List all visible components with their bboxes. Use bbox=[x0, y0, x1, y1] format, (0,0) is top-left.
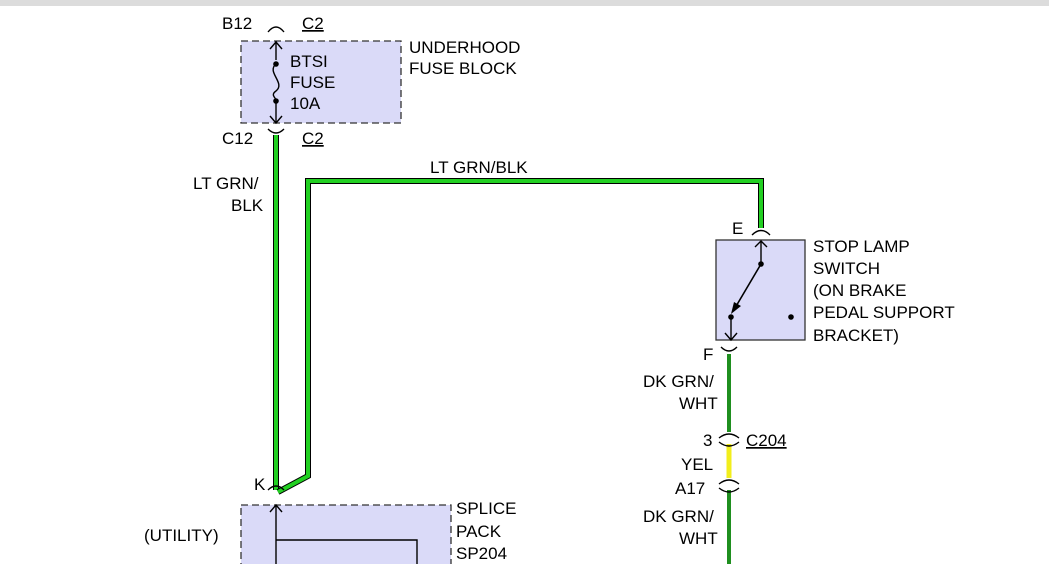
wire-middle-label: YEL bbox=[681, 455, 713, 474]
splice-name-3: SP204 bbox=[456, 544, 507, 563]
fuse-top-connector: C2 bbox=[302, 14, 324, 33]
stop-lamp-switch: E F STOP LAMP SWITCH (ON BRAKE PEDAL SUP… bbox=[703, 219, 955, 364]
fuse-line-1: BTSI bbox=[290, 52, 328, 71]
switch-name-3: (ON BRAKE bbox=[813, 281, 907, 300]
c204-upper-pin: 3 bbox=[703, 431, 712, 450]
switch-top-connector-icon bbox=[751, 229, 771, 236]
splice-pack-outline bbox=[240, 504, 452, 564]
fuse-bottom-connector-icon bbox=[267, 128, 285, 134]
switch-bottom-connector-icon bbox=[720, 346, 738, 352]
switch-contact-open bbox=[788, 314, 794, 320]
switch-name-1: STOP LAMP bbox=[813, 237, 910, 256]
c204-name: C204 bbox=[746, 431, 787, 450]
splice-name-2: PACK bbox=[456, 522, 502, 541]
fuse-block-name-1: UNDERHOOD bbox=[409, 38, 520, 57]
wire-left-label-1: LT GRN/ bbox=[193, 174, 259, 193]
wire-right-lower-label-1: DK GRN/ bbox=[643, 507, 714, 526]
splice-side-label: (UTILITY) bbox=[144, 526, 219, 545]
splice-pack: K (UTILITY) SPLICE PACK SP204 bbox=[144, 475, 516, 564]
wire-ltgrn-top-outline bbox=[276, 178, 764, 495]
wire-top-label: LT GRN/BLK bbox=[430, 158, 528, 177]
fuse-line-3: 10A bbox=[290, 94, 321, 113]
switch-name-4: PEDAL SUPPORT bbox=[813, 303, 955, 322]
wiring-diagram: B12 C2 BTSI FUSE 10A UNDERHOOD FUSE BLOC… bbox=[0, 0, 1049, 564]
c204-lower-chevron-icon bbox=[718, 479, 740, 485]
c204-lower-pin: A17 bbox=[675, 479, 705, 498]
switch-name-2: SWITCH bbox=[813, 259, 880, 278]
wire-left-label-2: BLK bbox=[231, 196, 264, 215]
splice-pin: K bbox=[254, 475, 266, 494]
switch-bottom-pin: F bbox=[703, 345, 713, 364]
fuse-bottom-connector: C2 bbox=[302, 129, 324, 148]
underhood-fuse-block: B12 C2 BTSI FUSE 10A UNDERHOOD FUSE BLOC… bbox=[222, 14, 520, 148]
c204-upper-chevron-icon bbox=[718, 433, 740, 439]
fuse-line-2: FUSE bbox=[290, 73, 335, 92]
wire-right-lower-label-2: WHT bbox=[679, 529, 718, 548]
wire-ltgrn-top bbox=[277, 179, 763, 494]
fuse-block-name-2: FUSE BLOCK bbox=[409, 59, 517, 78]
splice-name-1: SPLICE bbox=[456, 499, 516, 518]
fuse-top-pin: B12 bbox=[222, 14, 252, 33]
switch-top-pin: E bbox=[732, 219, 743, 238]
wire-right-upper-label-1: DK GRN/ bbox=[643, 372, 714, 391]
fuse-top-connector-icon bbox=[267, 26, 285, 33]
top-border bbox=[0, 0, 1049, 6]
wire-right-upper-label-2: WHT bbox=[679, 394, 718, 413]
fuse-bottom-pin: C12 bbox=[222, 129, 253, 148]
switch-name-5: BRACKET) bbox=[813, 326, 899, 345]
